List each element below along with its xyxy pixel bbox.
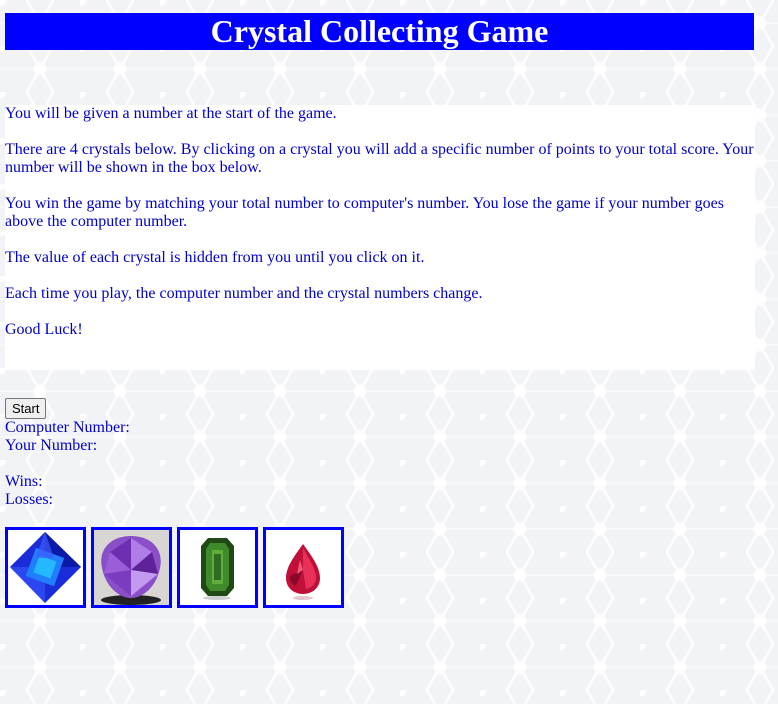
- start-button[interactable]: Start: [5, 398, 47, 419]
- instruction-paragraph: Each time you play, the computer number …: [5, 285, 483, 302]
- wins-label: Wins:: [5, 473, 43, 490]
- instruction-paragraph: The value of each crystal is hidden from…: [5, 249, 425, 266]
- instruction-paragraph: You win the game by matching your total …: [5, 195, 724, 230]
- instructions-panel: You will be given a number at the start …: [5, 105, 755, 370]
- purple-crystal-button[interactable]: [91, 527, 172, 608]
- crystal-row: [5, 527, 344, 608]
- instruction-paragraph: There are 4 crystals below. By clicking …: [5, 141, 754, 176]
- losses-label: Losses:: [5, 491, 53, 508]
- page-title: Crystal Collecting Game: [5, 13, 754, 50]
- blue-crystal-button[interactable]: [5, 527, 86, 608]
- your-number-label: Your Number:: [5, 437, 98, 454]
- red-crystal-button[interactable]: [263, 527, 344, 608]
- purple-crystal-icon: [94, 530, 169, 605]
- red-crystal-icon: [266, 530, 341, 605]
- instruction-paragraph: Good Luck!: [5, 321, 83, 338]
- computer-number-label: Computer Number:: [5, 419, 130, 436]
- green-crystal-icon: [180, 530, 255, 605]
- blue-crystal-icon: [8, 530, 83, 605]
- instruction-paragraph: You will be given a number at the start …: [5, 105, 337, 122]
- green-crystal-button[interactable]: [177, 527, 258, 608]
- game-controls: Start Computer Number: Your Number: Wins…: [5, 398, 130, 509]
